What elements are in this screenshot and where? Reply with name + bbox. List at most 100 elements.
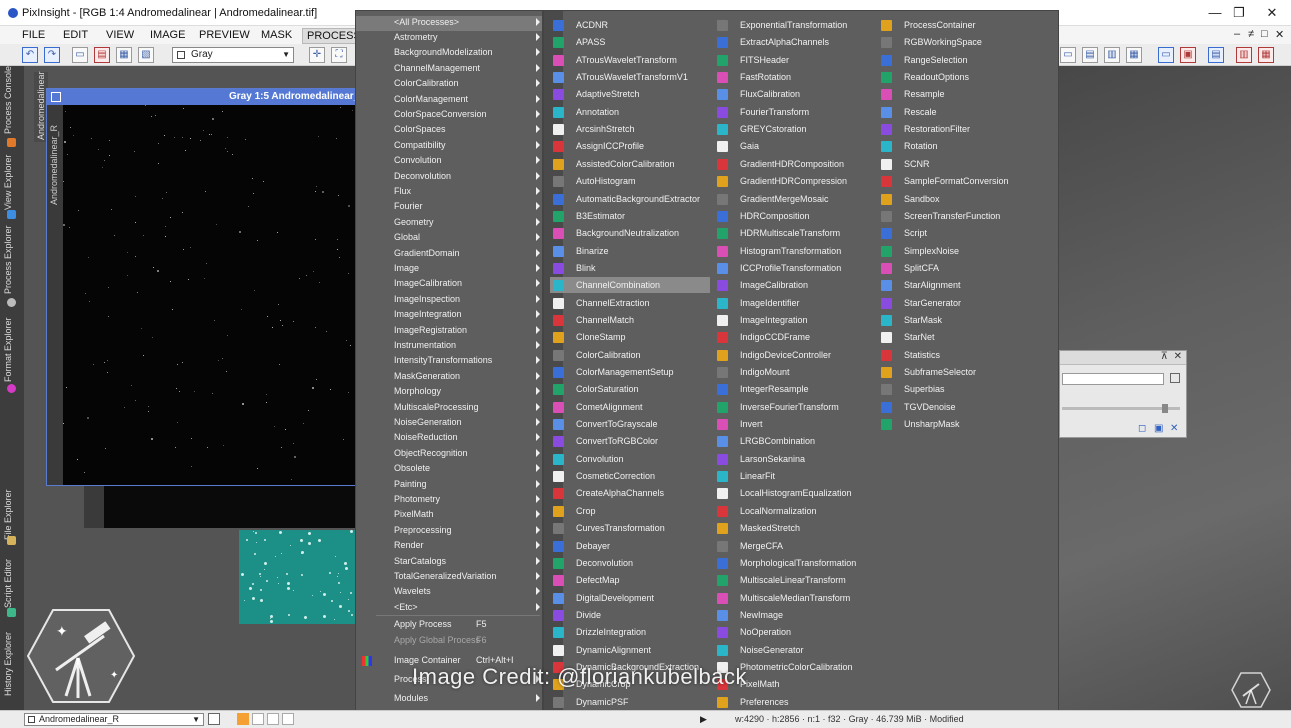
process-item[interactable]: DefectMap	[550, 572, 710, 588]
menu-category-item[interactable]: ColorManagement	[356, 93, 542, 108]
dialog-close-icon[interactable]: ✕	[1174, 351, 1182, 362]
process-item[interactable]: CreateAlphaChannels	[550, 485, 710, 501]
menu-action-item[interactable]: Modules	[356, 692, 542, 707]
process-item[interactable]: ImageCalibration	[714, 277, 874, 293]
process-item[interactable]: IndigoDeviceController	[714, 347, 874, 363]
process-item[interactable]: Rescale	[878, 104, 1038, 120]
menu-category-item[interactable]: Morphology	[356, 385, 542, 400]
menu-category-item[interactable]: ColorCalibration	[356, 77, 542, 92]
process-item[interactable]: StarNet	[878, 329, 1038, 345]
process-item[interactable]: Invert	[714, 416, 874, 432]
process-item[interactable]: Divide	[550, 607, 710, 623]
process-item[interactable]: SCNR	[878, 156, 1038, 172]
menu-category-item[interactable]: Image	[356, 262, 542, 277]
process-item[interactable]: LarsonSekanina	[714, 451, 874, 467]
menu-category-item[interactable]: Global	[356, 231, 542, 246]
process-item[interactable]: CometAlignment	[550, 399, 710, 415]
menu-action-item[interactable]: Apply Global Process F6	[356, 634, 542, 649]
dialog-input[interactable]	[1062, 373, 1164, 385]
process-item[interactable]: ChannelExtraction	[550, 295, 710, 311]
process-item[interactable]: MergeCFA	[714, 538, 874, 554]
dialog-new-instance-icon[interactable]: ◻	[1138, 423, 1146, 434]
process-item[interactable]: Blink	[550, 260, 710, 276]
channel-color-swatch[interactable]	[237, 713, 249, 725]
process-item[interactable]: ScreenTransferFunction	[878, 208, 1038, 224]
process-item[interactable]: DigitalDevelopment	[550, 590, 710, 606]
process-item[interactable]: ColorCalibration	[550, 347, 710, 363]
process-item[interactable]: AssistedColorCalibration	[550, 156, 710, 172]
menu-category-item[interactable]: Wavelets	[356, 585, 542, 600]
close-button[interactable]: ✕	[1257, 4, 1287, 22]
mask-icon[interactable]: ▥	[1236, 47, 1252, 63]
mdi-maximize-button[interactable]: □	[1261, 28, 1268, 40]
image-canvas[interactable]	[63, 105, 355, 485]
mdi-close-button[interactable]: ✕	[1275, 28, 1284, 41]
process-item[interactable]: SubframeSelector	[878, 364, 1038, 380]
menu-category-item[interactable]: Flux	[356, 185, 542, 200]
process-item[interactable]: Crop	[550, 503, 710, 519]
process-item[interactable]: DrizzleIntegration	[550, 624, 710, 640]
menu-category-item[interactable]: MultiscaleProcessing	[356, 401, 542, 416]
tab-process-explorer[interactable]: Process Explorer	[3, 225, 21, 296]
stf-icon[interactable]: ▣	[1180, 47, 1196, 63]
process-item[interactable]: RangeSelection	[878, 52, 1038, 68]
process-item[interactable]: AssignICCProfile	[550, 138, 710, 154]
menu-category-item[interactable]: ColorSpaceConversion	[356, 108, 542, 123]
undo-icon[interactable]: ↶	[22, 47, 38, 63]
view-option-icon[interactable]	[208, 713, 220, 725]
process-item[interactable]: Preferences	[714, 694, 874, 710]
process-item[interactable]: MaskedStretch	[714, 520, 874, 536]
screen-icon[interactable]: ▭	[1158, 47, 1174, 63]
process-item[interactable]: FITSHeader	[714, 52, 874, 68]
menu-category-item[interactable]: ObjectRecognition	[356, 447, 542, 462]
menu-item-all-processes[interactable]: <All Processes>	[356, 16, 542, 31]
menu-mask[interactable]: MASK	[257, 28, 296, 42]
process-item[interactable]: IndigoCCDFrame	[714, 329, 874, 345]
save-as-icon[interactable]: ▧	[138, 47, 154, 63]
process-item[interactable]: ExponentialTransformation	[714, 17, 874, 33]
process-item[interactable]: TGVDenoise	[878, 399, 1038, 415]
process-item[interactable]: HistogramTransformation	[714, 243, 874, 259]
dialog-titlebar[interactable]: ⊼ ✕	[1060, 351, 1186, 365]
process-item[interactable]: CosmeticCorrection	[550, 468, 710, 484]
process-item[interactable]: ImageIntegration	[714, 312, 874, 328]
process-item[interactable]: ATrousWaveletTransformV1	[550, 69, 710, 85]
process-item[interactable]: AutomaticBackgroundExtractor	[550, 191, 710, 207]
toolbar-view-icon-4[interactable]: ▦	[1126, 47, 1142, 63]
menu-category-item[interactable]: <Etc>	[356, 601, 542, 616]
menu-category-item[interactable]: ChannelManagement	[356, 62, 542, 77]
save-image-icon[interactable]: ▦	[116, 47, 132, 63]
menu-category-item[interactable]: MaskGeneration	[356, 370, 542, 385]
toolbar-view-icon-1[interactable]: ▭	[1060, 47, 1076, 63]
menu-category-item[interactable]: Photometry	[356, 493, 542, 508]
process-item[interactable]: LocalNormalization	[714, 503, 874, 519]
tab-format-explorer[interactable]: Format Explorer	[3, 316, 21, 382]
menu-category-item[interactable]: Painting	[356, 478, 542, 493]
process-item[interactable]: IntegerResample	[714, 381, 874, 397]
process-item[interactable]: DynamicAlignment	[550, 642, 710, 658]
menu-image[interactable]: IMAGE	[146, 28, 189, 42]
process-item[interactable]: NoiseGenerator	[714, 642, 874, 658]
process-item[interactable]: ColorManagementSetup	[550, 364, 710, 380]
process-item[interactable]: GradientHDRCompression	[714, 173, 874, 189]
menu-category-item[interactable]: ImageCalibration	[356, 277, 542, 292]
process-item[interactable]: FourierTransform	[714, 104, 874, 120]
process-item[interactable]: CloneStamp	[550, 329, 710, 345]
process-item[interactable]: StarAlignment	[878, 277, 1038, 293]
dialog-slider-handle[interactable]	[1162, 404, 1168, 413]
menu-category-item[interactable]: Deconvolution	[356, 170, 542, 185]
menu-category-item[interactable]: ImageIntegration	[356, 308, 542, 323]
process-item[interactable]: SplitCFA	[878, 260, 1038, 276]
menu-category-item[interactable]: Geometry	[356, 216, 542, 231]
restore-button[interactable]: ❐	[1224, 4, 1254, 22]
menu-category-item[interactable]: ImageInspection	[356, 293, 542, 308]
process-item[interactable]: ICCProfileTransformation	[714, 260, 874, 276]
process-item[interactable]: Statistics	[878, 347, 1038, 363]
menu-category-item[interactable]: Compatibility	[356, 139, 542, 154]
toolbar-view-icon-3[interactable]: ▥	[1104, 47, 1120, 63]
menu-category-item[interactable]: NoiseReduction	[356, 431, 542, 446]
menu-category-item[interactable]: Render	[356, 539, 542, 554]
redo-icon[interactable]: ↷	[44, 47, 60, 63]
process-item[interactable]: ConvertToGrayscale	[550, 416, 710, 432]
play-icon[interactable]: ▶	[700, 714, 707, 725]
